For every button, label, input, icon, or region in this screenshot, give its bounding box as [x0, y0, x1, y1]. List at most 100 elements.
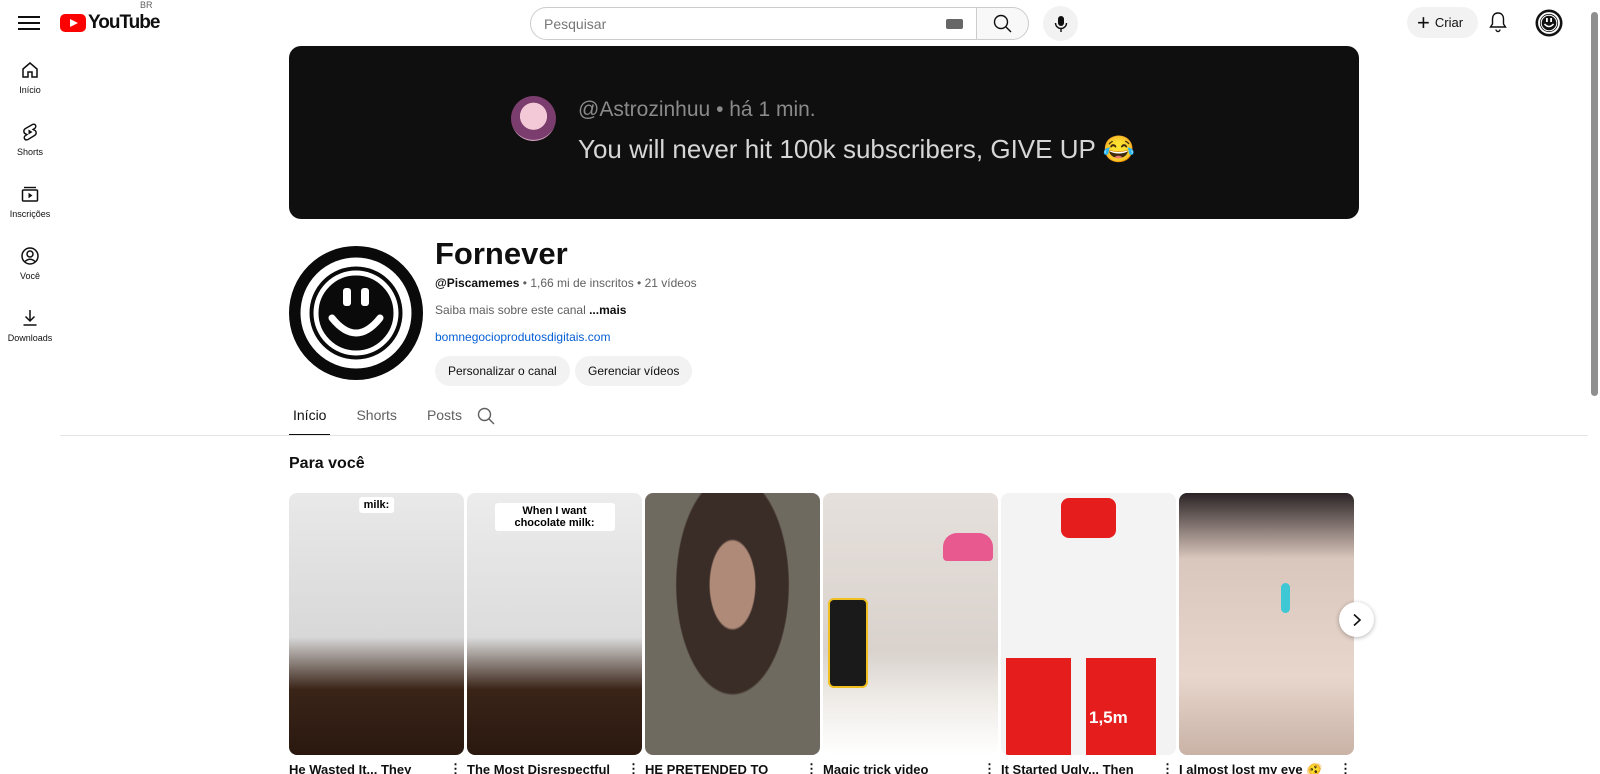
video-count: 21 vídeos	[644, 276, 697, 290]
country-code: BR	[140, 0, 153, 10]
tab-shorts[interactable]: Shorts	[352, 404, 400, 436]
more-options-icon[interactable]: ⋮	[983, 761, 996, 774]
thumbnail-caption: milk:	[358, 497, 395, 513]
short-card[interactable]: 1,5m It Started Ugly... Then ⋮	[1001, 493, 1176, 774]
tab-posts[interactable]: Posts	[423, 404, 466, 436]
banner-comment-text: You will never hit 100k subscribers, GIV…	[578, 134, 1135, 164]
shorts-shelf: milk: He Wasted It... They ⋮ When I want…	[289, 493, 1359, 774]
sidebar-item-label: Shorts	[16, 146, 43, 157]
channel-avatar[interactable]	[289, 246, 423, 380]
youtube-logo[interactable]: YouTube	[60, 12, 160, 34]
create-label: Criar	[1434, 15, 1464, 30]
thumbnail-caption: When I want chocolate milk:	[494, 503, 615, 531]
search-icon	[993, 14, 1012, 33]
microphone-icon	[1054, 15, 1067, 32]
more-link[interactable]: ...mais	[589, 303, 626, 317]
customize-channel-button[interactable]: Personalizar o canal	[435, 356, 570, 386]
channel-search-button[interactable]	[477, 407, 495, 430]
short-title[interactable]: Magic trick video	[823, 762, 973, 774]
short-thumbnail[interactable]	[645, 493, 820, 755]
shelf-next-button[interactable]	[1339, 602, 1374, 637]
short-thumbnail[interactable]: milk:	[289, 493, 464, 755]
more-options-icon[interactable]: ⋮	[805, 761, 818, 774]
subscriptions-icon	[21, 186, 39, 202]
search-button[interactable]	[976, 7, 1029, 40]
manage-videos-button[interactable]: Gerenciar vídeos	[575, 356, 693, 386]
sidebar-item-label: Você	[19, 270, 41, 281]
separator-dot: •	[637, 276, 645, 290]
bell-icon	[1489, 12, 1507, 33]
thumbnail-decoration	[1281, 583, 1290, 613]
short-title[interactable]: HE PRETENDED TO	[645, 762, 795, 774]
search-icon	[477, 407, 495, 425]
sidebar-item-home[interactable]: Início	[0, 46, 60, 108]
notifications-button[interactable]	[1488, 11, 1508, 38]
sidebar-item-shorts[interactable]: Shorts	[0, 108, 60, 170]
menu-icon[interactable]	[18, 13, 40, 33]
short-title[interactable]: The Most Disrespectful	[467, 762, 617, 774]
channel-name: Fornever	[435, 236, 568, 271]
download-icon	[23, 309, 37, 326]
description-text: Saiba mais sobre este canal	[435, 303, 586, 317]
create-button[interactable]: + Criar	[1407, 7, 1478, 38]
thumbnail-decoration	[1061, 498, 1116, 538]
sidebar-item-label: Inscrições	[9, 208, 51, 219]
channel-description[interactable]: Saiba mais sobre este canal ...mais	[435, 303, 626, 317]
plus-icon: +	[1417, 9, 1430, 35]
channel-banner: @Astrozinhuu • há 1 min. You will never …	[289, 46, 1359, 219]
subscriber-count: 1,66 mi de inscritos	[530, 276, 634, 290]
short-card[interactable]: HE PRETENDED TO ⋮	[645, 493, 820, 774]
more-options-icon[interactable]: ⋮	[627, 761, 640, 774]
logo-text: YouTube	[88, 12, 160, 33]
short-thumbnail[interactable]	[823, 493, 998, 755]
youtube-play-icon	[60, 14, 86, 32]
more-options-icon[interactable]: ⋮	[1339, 761, 1352, 774]
smiley-avatar-icon	[289, 246, 423, 380]
separator-dot: •	[716, 98, 730, 121]
chevron-right-icon	[1352, 613, 1361, 626]
sidebar-item-subscriptions[interactable]: Inscrições	[0, 170, 60, 232]
channel-tabs: Início Shorts Posts	[289, 404, 488, 436]
tab-home[interactable]: Início	[289, 404, 331, 436]
thumbnail-decoration	[828, 598, 868, 688]
sidebar: Início Shorts Inscrições Você Downloads	[0, 46, 60, 356]
channel-handle: @Piscamemes	[435, 276, 520, 290]
account-avatar[interactable]	[1535, 9, 1563, 37]
sidebar-item-downloads[interactable]: Downloads	[0, 294, 60, 356]
short-card[interactable]: When I want chocolate milk: The Most Dis…	[467, 493, 642, 774]
short-card[interactable]: I almost lost my eye 🫨 ⋮	[1179, 493, 1354, 774]
short-thumbnail[interactable]: When I want chocolate milk:	[467, 493, 642, 755]
section-title: Para você	[289, 455, 365, 472]
search-input[interactable]	[544, 14, 924, 34]
you-icon	[21, 246, 39, 265]
more-options-icon[interactable]: ⋮	[449, 761, 462, 774]
home-icon	[22, 61, 38, 78]
channel-external-link[interactable]: bomnegocioprodutosdigitais.com	[435, 330, 610, 344]
short-card[interactable]: Magic trick video ⋮	[823, 493, 998, 774]
keyboard-icon[interactable]	[946, 19, 963, 29]
short-card[interactable]: milk: He Wasted It... They ⋮	[289, 493, 464, 774]
more-options-icon[interactable]: ⋮	[1161, 761, 1174, 774]
banner-username: @Astrozinhuu	[578, 98, 711, 121]
short-title[interactable]: It Started Ugly... Then	[1001, 762, 1151, 774]
banner-comment-meta: @Astrozinhuu • há 1 min.	[578, 98, 816, 122]
page-scrollbar[interactable]	[1588, 0, 1600, 774]
voice-search-button[interactable]	[1043, 6, 1078, 41]
scrollbar-thumb[interactable]	[1591, 12, 1598, 396]
banner-time: há 1 min.	[729, 98, 816, 121]
smiley-avatar-icon	[1535, 9, 1563, 37]
short-thumbnail[interactable]	[1179, 493, 1354, 755]
short-title[interactable]: He Wasted It... They	[289, 762, 439, 774]
short-title[interactable]: I almost lost my eye 🫨	[1179, 762, 1329, 774]
tabs-divider	[60, 435, 1588, 436]
search-box	[530, 7, 977, 40]
thumbnail-decoration	[943, 533, 993, 561]
channel-meta: @Piscamemes • 1,66 mi de inscritos • 21 …	[435, 276, 697, 290]
sidebar-item-you[interactable]: Você	[0, 232, 60, 294]
sidebar-item-label: Início	[19, 84, 41, 95]
shorts-icon	[23, 122, 37, 141]
sidebar-item-label: Downloads	[7, 332, 53, 343]
short-thumbnail[interactable]: 1,5m	[1001, 493, 1176, 755]
thumbnail-decoration	[1086, 658, 1156, 755]
thumbnail-overlay-text: 1,5m	[1089, 708, 1128, 727]
